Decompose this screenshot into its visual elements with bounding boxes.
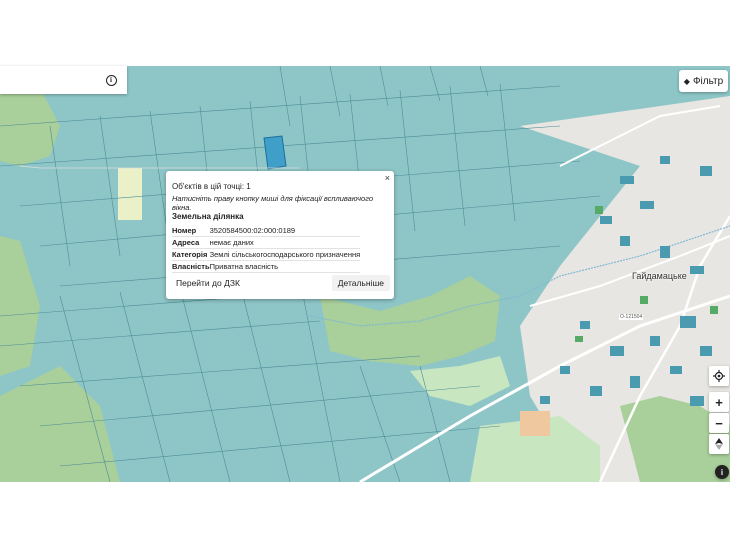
compass-icon bbox=[715, 438, 723, 450]
parcel-info-table: Номер 3520584500:02:000:0189 Адреса нема… bbox=[172, 225, 361, 273]
row-key: Власність bbox=[172, 260, 210, 273]
table-row: Адреса немає даних bbox=[172, 236, 361, 249]
zoom-in-button[interactable]: + bbox=[709, 392, 729, 412]
search-input[interactable] bbox=[0, 66, 96, 94]
table-row: Категорія Землі сільськогосподарського п… bbox=[172, 248, 361, 261]
table-row: Власність Приватна власність bbox=[172, 260, 361, 273]
selected-parcel[interactable] bbox=[263, 135, 287, 170]
row-value: 3520584500:02:000:0189 bbox=[209, 225, 361, 237]
popup-hint: Натисніть праву кнопку миші для фіксації… bbox=[172, 194, 373, 212]
attribution-button[interactable]: i bbox=[715, 465, 729, 479]
parcel-popup: × Об'єктів в цій точці: 1 Натисніть прав… bbox=[166, 171, 394, 299]
go-to-dzk-button[interactable]: Перейти до ДЗК bbox=[170, 275, 246, 291]
road-label: О-121504 bbox=[619, 314, 644, 320]
popup-section-title: Земельна ділянка bbox=[172, 212, 244, 221]
table-row: Номер 3520584500:02:000:0189 bbox=[172, 225, 361, 237]
meadow-area bbox=[118, 168, 142, 220]
row-value: Землі сільськогосподарського призначення bbox=[209, 248, 361, 261]
place-label: Гайдамацьке bbox=[632, 271, 687, 281]
row-key: Адреса bbox=[172, 236, 210, 249]
compass-button[interactable] bbox=[709, 434, 729, 454]
filter-button[interactable]: ◆ Фільтр bbox=[679, 70, 728, 92]
search-box: i bbox=[0, 66, 127, 94]
details-button[interactable]: Детальніше bbox=[331, 275, 390, 291]
layers-icon: ◆ bbox=[683, 76, 690, 86]
info-button[interactable]: i bbox=[100, 70, 122, 90]
row-key: Категорія bbox=[172, 248, 210, 261]
zoom-out-button[interactable]: − bbox=[709, 413, 729, 433]
row-key: Номер bbox=[172, 225, 210, 237]
row-value: немає даних bbox=[209, 236, 361, 249]
close-icon[interactable]: × bbox=[385, 174, 390, 183]
orchard-area bbox=[520, 411, 550, 436]
objects-count: Об'єктів в цій точці: 1 bbox=[172, 182, 251, 191]
info-icon: i bbox=[105, 74, 117, 86]
locate-button[interactable] bbox=[709, 366, 729, 386]
filter-label: Фільтр bbox=[692, 75, 724, 87]
locate-icon bbox=[713, 370, 725, 382]
row-value: Приватна власність bbox=[209, 260, 361, 273]
